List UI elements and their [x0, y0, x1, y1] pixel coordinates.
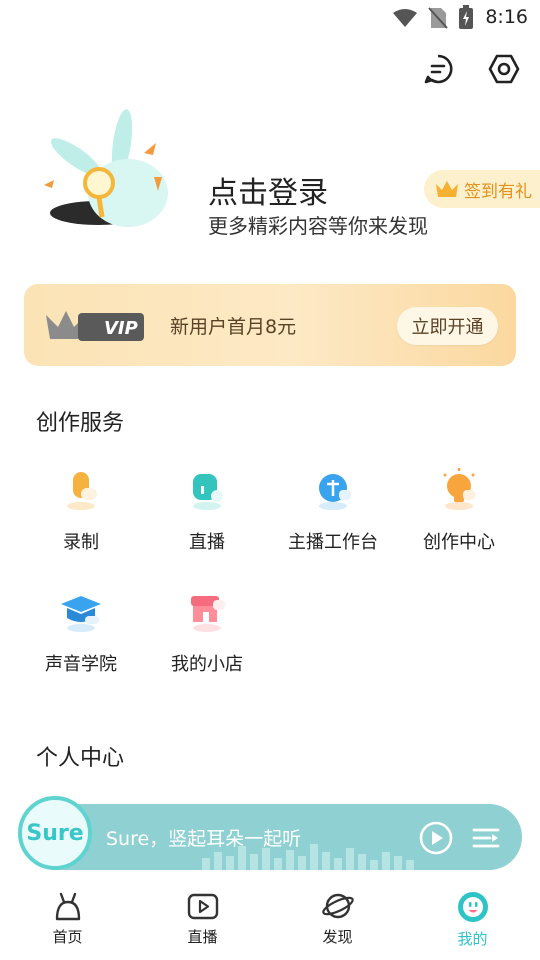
grid-item-record[interactable]: 录制: [18, 466, 144, 554]
rabbit-mascot-avatar[interactable]: [36, 105, 171, 235]
grid-item-sound-academy[interactable]: 声音学院: [18, 588, 144, 676]
player-logo-text: Sure: [26, 820, 84, 846]
vip-badge-text: VIP: [104, 318, 138, 339]
vip-open-button[interactable]: 立即开通: [397, 307, 498, 345]
graduation-cap-icon: [61, 596, 101, 632]
vip-badge: VIP: [46, 311, 144, 341]
planet-icon: [321, 893, 354, 919]
grid-label: 创作中心: [423, 532, 495, 553]
nav-item-discover[interactable]: 发现: [270, 890, 405, 947]
chat-bubble-icon: [424, 54, 453, 84]
vip-promo-text: 新用户首月8元: [170, 316, 297, 338]
nav-label: 发现: [322, 928, 353, 946]
player-logo[interactable]: Sure: [18, 796, 92, 870]
grid-label: 主播工作台: [288, 532, 378, 553]
nav-item-live[interactable]: 直播: [135, 890, 270, 947]
settings-button[interactable]: [484, 49, 524, 89]
wifi-icon: [393, 9, 417, 27]
checkin-label: 签到有礼: [464, 181, 532, 202]
nav-item-home[interactable]: 首页: [0, 890, 135, 947]
tv-play-icon: [187, 893, 218, 920]
login-title[interactable]: 点击登录: [208, 168, 328, 212]
battery-icon: [459, 5, 473, 29]
anchor-workbench-icon: [319, 474, 351, 510]
crown-icon: [436, 181, 458, 197]
nav-label: 首页: [52, 928, 83, 946]
no-sim-icon: [428, 7, 448, 29]
grid-label: 我的小店: [171, 654, 243, 675]
grid-label: 录制: [63, 532, 99, 553]
playlist-icon: [472, 828, 500, 848]
live-broadcast-icon: [193, 474, 223, 510]
login-subtitle: 更多精彩内容等你来发现: [208, 214, 428, 238]
rabbit-home-icon: [55, 892, 80, 921]
nav-label: 我的: [457, 930, 488, 948]
checkin-badge[interactable]: 签到有礼: [424, 170, 540, 208]
shop-icon: [191, 596, 225, 632]
nav-label: 直播: [187, 928, 218, 946]
message-button[interactable]: [418, 49, 458, 89]
grid-item-live[interactable]: 直播: [144, 466, 270, 554]
microphone-icon: [67, 472, 97, 510]
player-text: Sure，竖起耳朵一起听: [106, 828, 302, 850]
status-bar: 8:16: [0, 0, 540, 36]
play-icon: [419, 821, 453, 855]
grid-item-anchor-workbench[interactable]: 主播工作台: [270, 466, 396, 554]
status-time: 8:16: [485, 6, 528, 28]
smiley-face-icon: [457, 892, 488, 922]
grid-label: 声音学院: [45, 654, 117, 675]
settings-hexagon-icon: [488, 54, 520, 84]
play-button[interactable]: [418, 820, 454, 856]
playlist-button[interactable]: [470, 822, 502, 854]
nav-item-mine[interactable]: 我的: [405, 890, 540, 949]
grid-item-creation-center[interactable]: 创作中心: [396, 466, 522, 554]
lightbulb-icon: [443, 468, 475, 510]
grid-item-my-shop[interactable]: 我的小店: [144, 588, 270, 676]
grid-label: 直播: [189, 532, 225, 553]
creation-section-title: 创作服务: [36, 411, 125, 436]
personal-section-title: 个人中心: [36, 746, 125, 771]
